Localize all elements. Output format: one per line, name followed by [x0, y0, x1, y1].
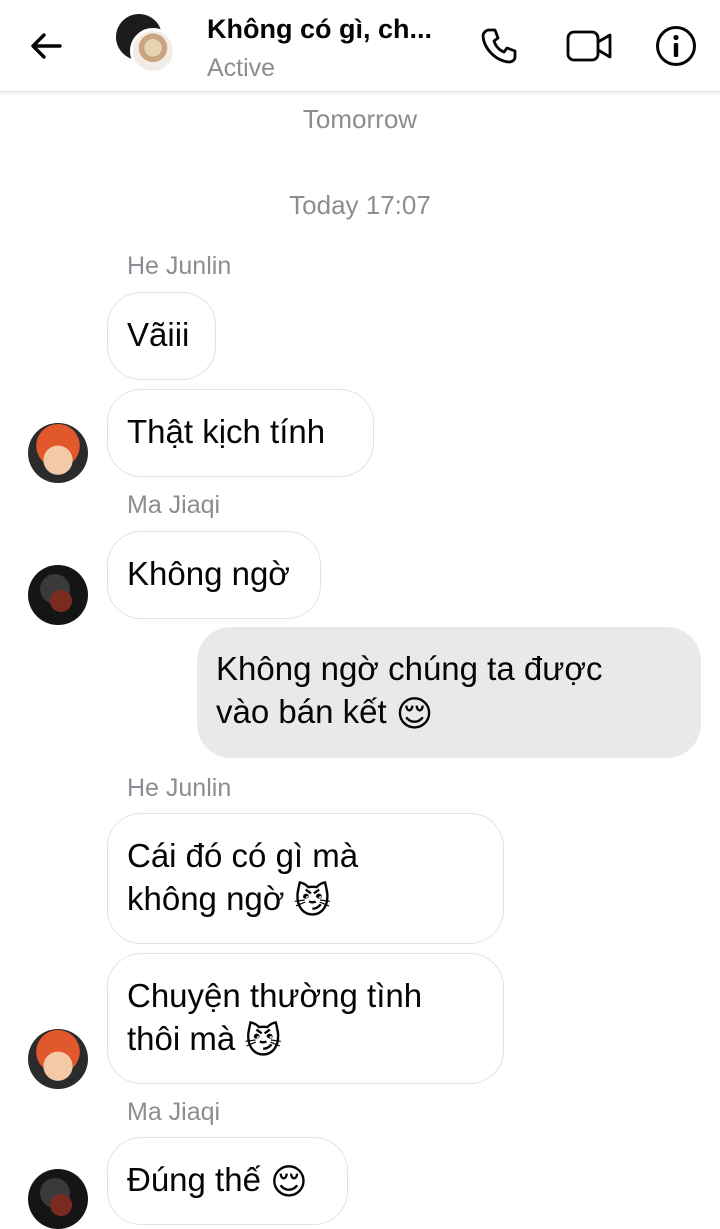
back-arrow-icon[interactable]: [26, 26, 66, 66]
own-message-bubble[interactable]: Không ngờ chúng ta được vào bán kết 😌: [197, 627, 701, 758]
smirking-cat-emoji: 😼: [244, 1021, 282, 1062]
message-text-line: Chuyện thường tình: [127, 977, 423, 1014]
ma-jiaqi-avatar[interactable]: [28, 1169, 88, 1229]
sender-name: He Junlin: [127, 774, 232, 802]
relieved-face-emoji: 😌: [395, 694, 434, 735]
message-text: Không ngờ: [127, 555, 290, 592]
chat-title[interactable]: Không có gì, ch...: [207, 14, 432, 45]
message-bubble[interactable]: Thật kịch tính: [107, 389, 374, 477]
sender-name: Ma Jiaqi: [127, 1098, 221, 1126]
date-separator: Today 17:07: [289, 190, 431, 220]
message-text-line: không ngờ: [127, 880, 285, 917]
relieved-face-emoji: 😌: [270, 1162, 308, 1203]
group-avatar[interactable]: [116, 14, 178, 74]
active-status: Active: [207, 54, 276, 82]
message-text-line: Không ngờ chúng ta được: [216, 650, 603, 687]
he-junlin-avatar[interactable]: [28, 423, 88, 483]
info-icon[interactable]: [654, 24, 698, 68]
sender-name: Ma Jiaqi: [127, 491, 221, 519]
message-bubble[interactable]: Chuyện thường tình thôi mà 😼: [107, 953, 504, 1084]
message-text: Đúng thế: [127, 1161, 261, 1198]
message-text-line: thôi mà: [127, 1020, 236, 1057]
message-text: Thật kịch tính: [127, 413, 326, 450]
message-bubble[interactable]: Không ngờ: [107, 531, 321, 619]
message-bubble[interactable]: Đúng thế 😌: [107, 1137, 348, 1225]
ma-jiaqi-avatar[interactable]: [28, 565, 88, 625]
message-text-line: vào bán kết: [216, 693, 387, 730]
message-bubble[interactable]: Cái đó có gì mà không ngờ 😼: [107, 813, 504, 944]
he-junlin-avatar[interactable]: [28, 1029, 88, 1089]
message-text-line: Cái đó có gì mà: [127, 837, 359, 874]
smirking-cat-emoji: 😼: [293, 881, 332, 922]
date-separator: Tomorrow: [302, 104, 418, 134]
message-bubble[interactable]: Vãiii: [107, 292, 216, 380]
phone-icon[interactable]: [477, 24, 521, 68]
sender-name: He Junlin: [127, 252, 232, 280]
video-camera-icon[interactable]: [565, 24, 613, 68]
message-text: Vãiii: [127, 316, 190, 353]
chat-header: Không có gì, ch... Active: [0, 0, 720, 92]
